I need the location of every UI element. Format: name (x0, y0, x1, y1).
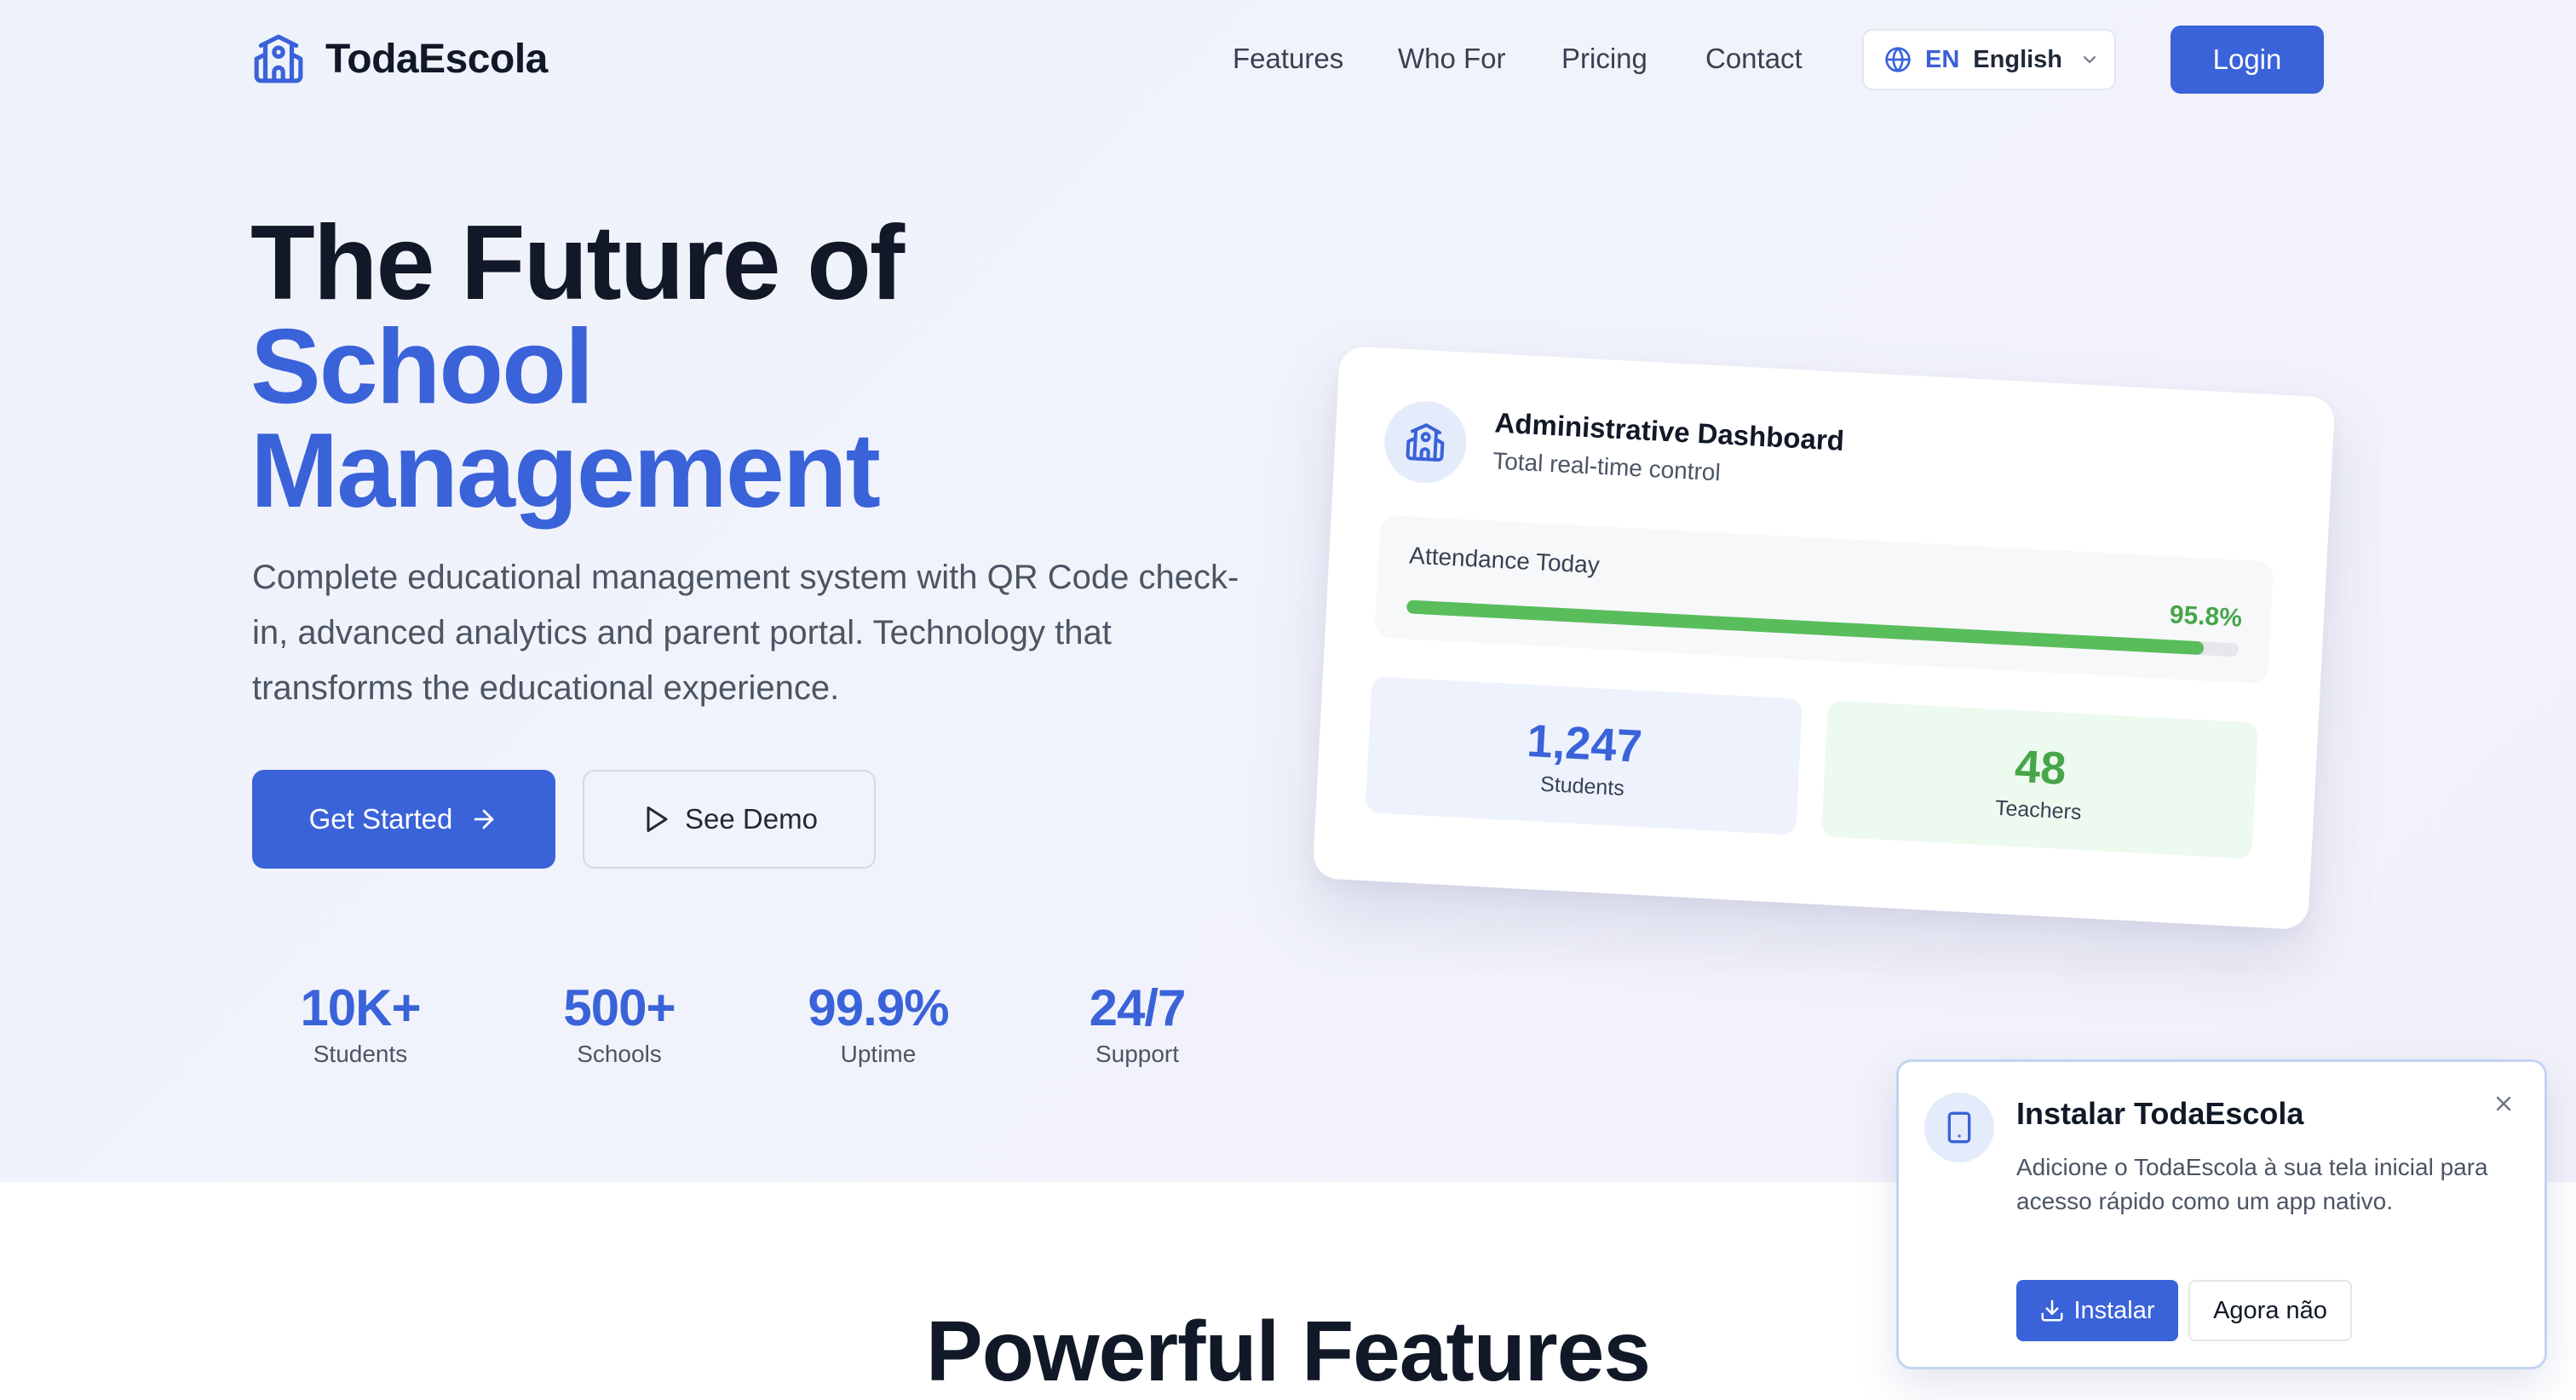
nav-link-features[interactable]: Features (1233, 43, 1343, 75)
arrow-right-icon (474, 809, 494, 829)
nav-link-pricing[interactable]: Pricing (1561, 43, 1647, 75)
hero-title-line-2: School (250, 308, 594, 426)
stat-uptime: 99.9% Uptime (776, 978, 980, 1068)
nav-link-contact[interactable]: Contact (1705, 43, 1803, 75)
stat-support: 24/7 Support (1035, 978, 1239, 1068)
play-icon (647, 806, 668, 832)
login-button[interactable]: Login (2171, 26, 2324, 94)
hero-title: The Future of School Management (250, 204, 905, 530)
attendance-percent: 95.8% (2169, 600, 2243, 633)
install-button-label: Instalar (2073, 1296, 2155, 1324)
get-started-button[interactable]: Get Started (252, 770, 555, 869)
language-code: EN (1925, 45, 1960, 73)
attendance-label: Attendance Today (1408, 542, 1601, 579)
install-description: Adicione o TodaEscola à sua tela inicial… (2016, 1154, 2488, 1214)
stat-value: 500+ (563, 979, 676, 1036)
see-demo-button[interactable]: See Demo (583, 770, 876, 869)
install-app-popup: Instalar TodaEscola Adicione o TodaEscol… (1896, 1059, 2547, 1369)
nav-link-who-for[interactable]: Who For (1398, 43, 1506, 75)
stat-value: 10K+ (300, 979, 421, 1036)
get-started-label: Get Started (308, 803, 453, 835)
attendance-progress-fill (1406, 600, 2205, 656)
brand-logo[interactable]: TodaEscola (252, 32, 548, 85)
tablet-icon (1947, 1111, 1971, 1144)
stat-label: Schools (577, 1041, 662, 1067)
stat-students: 10K+ Students (258, 978, 463, 1068)
stat-label: Students (313, 1041, 408, 1067)
dashboard-preview-card: Administrative Dashboard Total real-time… (1312, 345, 2336, 931)
hero-title-line-1: The Future of (250, 204, 905, 322)
close-icon (2496, 1096, 2511, 1110)
install-icon-badge (1924, 1093, 1994, 1162)
stat-label: Support (1095, 1041, 1180, 1067)
stat-value: 99.9% (808, 979, 949, 1036)
brand-name: TodaEscola (325, 36, 548, 82)
dashboard-icon-badge (1382, 399, 1469, 485)
globe-icon (1885, 47, 1911, 72)
download-icon (2041, 1300, 2063, 1322)
hero-title-line-3: Management (250, 412, 881, 530)
not-now-button[interactable]: Agora não (2188, 1280, 2352, 1341)
language-name: English (1973, 45, 2063, 73)
dashboard-subtitle: Total real-time control (1492, 447, 1722, 486)
stat-value: 24/7 (1089, 979, 1187, 1036)
attendance-panel: Attendance Today 95.8% (1374, 514, 2274, 685)
teachers-count-box: 48 Teachers (1820, 700, 2259, 859)
language-selector[interactable]: EN English (1862, 29, 2116, 90)
chevron-down-icon (2084, 56, 2096, 63)
hero-description: Complete educational management system w… (252, 559, 1239, 707)
attendance-progress-track (1406, 600, 2240, 657)
install-button[interactable]: Instalar (2016, 1280, 2178, 1341)
close-button[interactable] (2488, 1089, 2519, 1120)
stat-label: Uptime (840, 1041, 917, 1067)
stat-schools: 500+ Schools (517, 978, 722, 1068)
school-icon (254, 34, 303, 83)
install-title: Instalar TodaEscola (2016, 1096, 2304, 1131)
students-count-box: 1,247 Students (1365, 676, 1803, 835)
school-icon (1406, 423, 1445, 462)
see-demo-label: See Demo (685, 803, 818, 835)
